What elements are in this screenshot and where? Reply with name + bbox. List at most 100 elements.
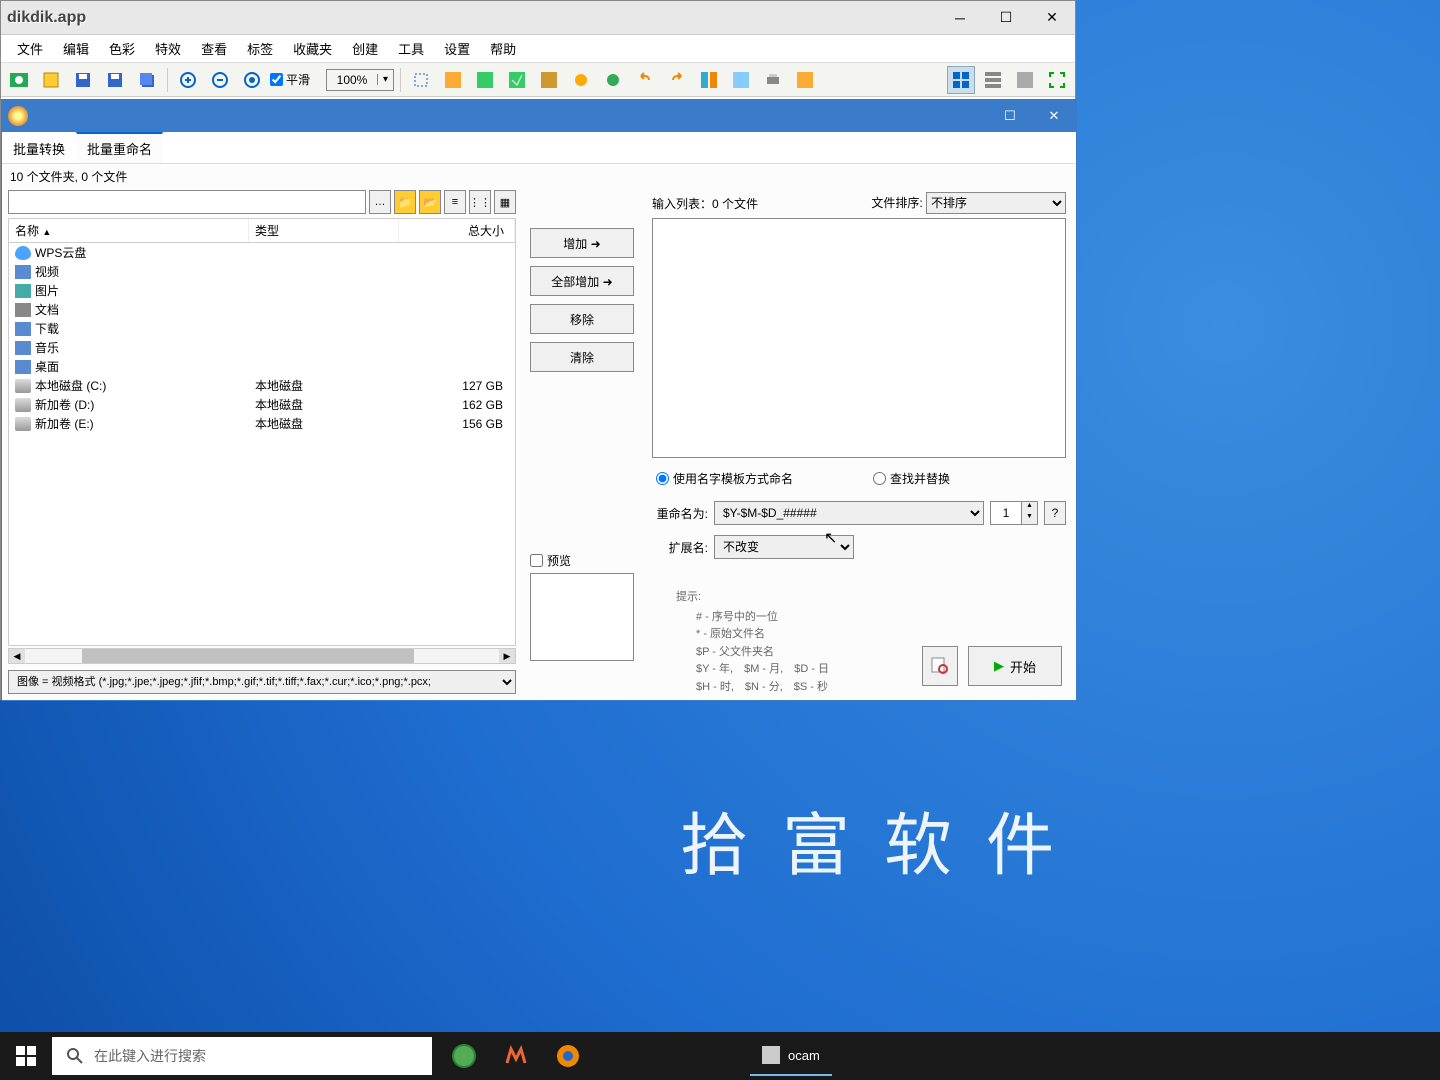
redo-icon[interactable]	[663, 66, 691, 94]
file-row[interactable]: 桌面	[9, 357, 515, 376]
radio-template[interactable]: 使用名字模板方式命名	[656, 470, 793, 487]
file-row[interactable]: 视频	[9, 262, 515, 281]
file-row[interactable]: 新加卷 (D:)本地磁盘162 GB	[9, 395, 515, 414]
save-all-icon[interactable]	[133, 66, 161, 94]
folder-status: 10 个文件夹, 0 个文件	[2, 164, 1076, 189]
file-row[interactable]: WPS云盘	[9, 243, 515, 262]
tab-convert[interactable]: 批量转换	[2, 133, 76, 163]
taskbar-browser-icon[interactable]	[442, 1036, 486, 1076]
menu-help[interactable]: 帮助	[480, 36, 526, 61]
batch-close-button[interactable]: ✕	[1032, 100, 1076, 132]
menu-tag[interactable]: 标签	[237, 36, 283, 61]
zoom-out-icon[interactable]	[206, 66, 234, 94]
browse-button[interactable]: …	[369, 190, 391, 214]
counter-spinner[interactable]: ▲▼	[990, 501, 1038, 525]
batch-maximize-button[interactable]: ☐	[988, 100, 1032, 132]
view-mode-a-button[interactable]: ≡	[444, 190, 466, 214]
app-title: dikdik.app	[1, 9, 86, 27]
radio-replace[interactable]: 查找并替换	[873, 470, 950, 487]
minimize-button[interactable]: ─	[937, 4, 983, 32]
input-file-list[interactable]	[652, 218, 1066, 458]
window-controls: ─ ☐ ✕	[937, 4, 1075, 32]
file-row[interactable]: 新加卷 (E:)本地磁盘156 GB	[9, 414, 515, 433]
zoom-in-icon[interactable]	[174, 66, 202, 94]
taskbar-app-icon[interactable]	[546, 1036, 590, 1076]
header-name[interactable]: 名称 ▲	[9, 219, 249, 242]
tab-rename[interactable]: 批量重命名	[76, 132, 163, 163]
menu-edit[interactable]: 编辑	[53, 36, 99, 61]
tool-g-icon[interactable]	[791, 66, 819, 94]
menu-bar: 文件 编辑 色彩 特效 查看 标签 收藏夹 创建 工具 设置 帮助	[1, 35, 1075, 63]
view-mode-c-button[interactable]: ▦	[494, 190, 516, 214]
preview-checkbox[interactable]: 预览	[530, 552, 634, 569]
print-icon[interactable]	[759, 66, 787, 94]
remove-button[interactable]: 移除	[530, 304, 634, 334]
menu-tool[interactable]: 工具	[388, 36, 434, 61]
file-row[interactable]: 图片	[9, 281, 515, 300]
rename-pattern-input[interactable]: $Y-$M-$D_#####	[714, 501, 984, 525]
file-row[interactable]: 下载	[9, 319, 515, 338]
tool-d-icon[interactable]	[535, 66, 563, 94]
header-type[interactable]: 类型	[249, 219, 399, 242]
ocam-icon	[762, 1046, 780, 1064]
taskbar-ocam-app[interactable]: ocam	[750, 1036, 832, 1076]
view-detail-icon[interactable]	[1011, 66, 1039, 94]
menu-effect[interactable]: 特效	[145, 36, 191, 61]
zoom-fit-icon[interactable]	[238, 66, 266, 94]
menu-create[interactable]: 创建	[342, 36, 388, 61]
help-button[interactable]: ?	[1044, 501, 1066, 525]
menu-favorite[interactable]: 收藏夹	[283, 36, 342, 61]
smooth-checkbox[interactable]: 平滑	[270, 71, 310, 88]
path-input[interactable]	[8, 190, 366, 214]
tool-f-icon[interactable]	[727, 66, 755, 94]
zoom-combo[interactable]: 100% ▾	[326, 69, 394, 91]
save-icon[interactable]	[69, 66, 97, 94]
file-row[interactable]: 文档	[9, 300, 515, 319]
taskbar: 在此键入进行搜索 ocam	[0, 1032, 1440, 1080]
main-app-window: dikdik.app ─ ☐ ✕ 文件 编辑 色彩 特效 查看 标签 收藏夹 创…	[0, 0, 1076, 700]
add-all-button[interactable]: 全部增加 ➜	[530, 266, 634, 296]
view-list-icon[interactable]	[979, 66, 1007, 94]
tool-a-icon[interactable]	[439, 66, 467, 94]
clear-button[interactable]: 清除	[530, 342, 634, 372]
menu-setting[interactable]: 设置	[434, 36, 480, 61]
undo-icon[interactable]	[631, 66, 659, 94]
fullscreen-icon[interactable]	[1043, 66, 1071, 94]
view-grid-icon[interactable]	[947, 66, 975, 94]
save-as-icon[interactable]	[101, 66, 129, 94]
gear-icon[interactable]	[567, 66, 595, 94]
globe-icon[interactable]	[599, 66, 627, 94]
desktop-brand-text: 拾富软件	[680, 790, 1088, 889]
sort-select[interactable]: 不排序	[926, 192, 1066, 214]
input-list-label: 输入列表：0 个文件	[652, 195, 758, 212]
file-row[interactable]: 本地磁盘 (C:)本地磁盘127 GB	[9, 376, 515, 395]
menu-file[interactable]: 文件	[7, 36, 53, 61]
search-preview-button[interactable]	[922, 646, 958, 686]
close-button[interactable]: ✕	[1029, 4, 1075, 32]
tool-e-icon[interactable]	[695, 66, 723, 94]
file-row[interactable]: 音乐	[9, 338, 515, 357]
new-folder-button[interactable]: 📂	[419, 190, 441, 214]
menu-view[interactable]: 查看	[191, 36, 237, 61]
rename-label: 重命名为:	[652, 505, 708, 522]
start-menu-button[interactable]	[0, 1032, 52, 1080]
tool-c-icon[interactable]	[503, 66, 531, 94]
view-mode-b-button[interactable]: ⋮⋮	[469, 190, 491, 214]
select-icon[interactable]	[407, 66, 435, 94]
up-folder-button[interactable]: 📁	[394, 190, 416, 214]
taskbar-search[interactable]: 在此键入进行搜索	[52, 1037, 432, 1075]
camera-icon[interactable]	[5, 66, 33, 94]
header-size[interactable]: 总大小	[399, 219, 515, 242]
tool-b-icon[interactable]	[471, 66, 499, 94]
taskbar-wps-icon[interactable]	[494, 1036, 538, 1076]
file-list-header: 名称 ▲ 类型 总大小	[8, 218, 516, 243]
new-icon[interactable]	[37, 66, 65, 94]
start-button[interactable]: ▶开始	[968, 646, 1062, 686]
h-scrollbar[interactable]: ◀ ▶	[8, 648, 516, 664]
file-list[interactable]: WPS云盘视频图片文档下载音乐桌面本地磁盘 (C:)本地磁盘127 GB新加卷 …	[8, 243, 516, 646]
maximize-button[interactable]: ☐	[983, 4, 1029, 32]
file-filter-select[interactable]: 图像 = 视频格式 (*.jpg;*.jpe;*.jpeg;*.jfif;*.b…	[8, 670, 516, 694]
add-button[interactable]: 增加 ➜	[530, 228, 634, 258]
extension-select[interactable]: 不改变	[714, 535, 854, 559]
menu-color[interactable]: 色彩	[99, 36, 145, 61]
